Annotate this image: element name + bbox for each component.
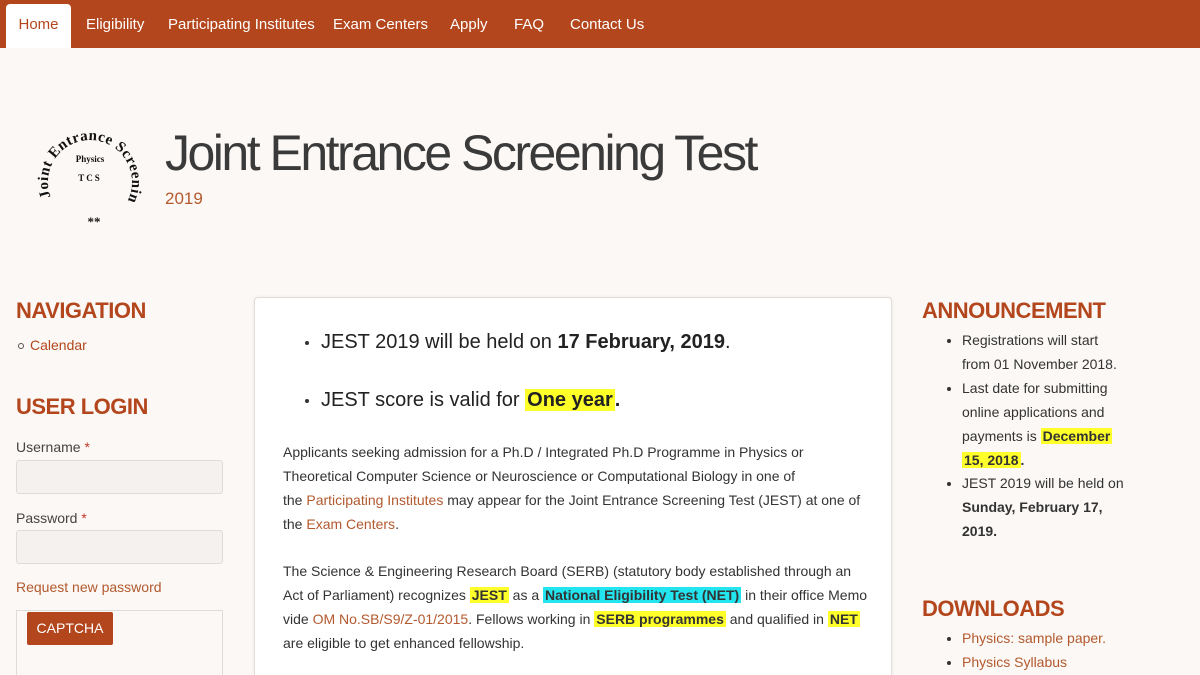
- site-title[interactable]: Joint Entrance Screening Test: [165, 124, 758, 182]
- deadline-highlight: December: [1040, 428, 1113, 444]
- username-label: Username *: [16, 439, 90, 455]
- validity-highlight: One year: [525, 389, 615, 411]
- intro-paragraph-line: Theoretical Computer Science or Neurosci…: [283, 468, 796, 484]
- exam-date-item: JEST 2019 will be held on 17 February, 2…: [305, 331, 731, 354]
- download-sample-paper-link[interactable]: Physics: sample paper.: [962, 630, 1106, 646]
- announcement-block-title: ANNOUNCEMENT: [922, 298, 1106, 323]
- logo-line-1: Physics: [76, 154, 105, 164]
- bullet-icon: [305, 398, 309, 403]
- intro-paragraph-line: the Exam Centers.: [283, 516, 399, 532]
- net-highlight: National Eligibility Test (NET): [543, 587, 742, 603]
- username-input[interactable]: [16, 460, 223, 494]
- navigation-block-title: NAVIGATION: [16, 298, 146, 323]
- tab-eligibility[interactable]: Eligibility: [86, 4, 144, 48]
- tab-home[interactable]: Home: [6, 4, 71, 48]
- tab-apply[interactable]: Apply: [450, 4, 488, 48]
- score-validity-item: JEST score is valid for One year.: [305, 389, 620, 412]
- exam-centers-link[interactable]: Exam Centers: [306, 516, 395, 532]
- announcement-item: 2019.: [962, 523, 998, 539]
- site-year: 2019: [165, 189, 203, 208]
- top-navigation-bar: Home Eligibility Participating Institute…: [0, 0, 1200, 48]
- announcement-item: Last date for submitting: [962, 380, 1108, 396]
- bullet-icon: [947, 637, 951, 641]
- request-new-password-link[interactable]: Request new password: [16, 579, 162, 595]
- sidebar-item-calendar[interactable]: Calendar: [18, 337, 87, 353]
- announcement-item: Sunday, February 17,: [962, 499, 1103, 515]
- serb-paragraph-line: The Science & Engineering Research Board…: [283, 563, 852, 579]
- bullet-icon: [305, 340, 309, 345]
- serb-paragraph-line: are eligible to get enhanced fellowship.: [283, 635, 525, 651]
- tab-exam-centers[interactable]: Exam Centers: [333, 4, 428, 48]
- bullet-icon: [947, 661, 951, 665]
- download-syllabus-link[interactable]: Physics Syllabus: [962, 654, 1067, 670]
- bullet-icon: [18, 343, 24, 350]
- password-label: Password *: [16, 510, 87, 526]
- user-login-block-title: USER LOGIN: [16, 394, 148, 419]
- announcement-item: online applications and: [962, 404, 1105, 420]
- exam-date: 17 February, 2019: [557, 331, 725, 353]
- tab-contact-us[interactable]: Contact Us: [570, 4, 644, 48]
- site-logo[interactable]: Joint Entrance Screening Test Physics TC…: [36, 108, 148, 228]
- captcha-legend-button[interactable]: CAPTCHA: [27, 612, 113, 645]
- bullet-icon: [947, 482, 951, 486]
- intro-paragraph-line: the Participating Institutes may appear …: [283, 492, 861, 508]
- serb-programmes-highlight: SERB programmes: [594, 611, 726, 627]
- announcement-item: 15, 2018.: [962, 452, 1025, 468]
- downloads-block-title: DOWNLOADS: [922, 596, 1065, 621]
- tab-faq[interactable]: FAQ: [514, 4, 544, 48]
- intro-paragraph-line: Applicants seeking admission for a Ph.D …: [283, 444, 804, 460]
- om-memo-link[interactable]: OM No.SB/S9/Z-01/2015: [313, 611, 469, 627]
- required-mark: *: [84, 439, 90, 455]
- calendar-link-label[interactable]: Calendar: [30, 337, 87, 353]
- password-input[interactable]: [16, 530, 223, 564]
- net-short-highlight: NET: [827, 611, 860, 627]
- jest-highlight: JEST: [469, 587, 509, 603]
- announcement-item: payments is December: [962, 428, 1113, 444]
- serb-paragraph-line: vide OM No.SB/S9/Z-01/2015. Fellows work…: [283, 611, 860, 627]
- announcement-item: Registrations will start: [962, 332, 1099, 348]
- participating-institutes-link[interactable]: Participating Institutes: [306, 492, 443, 508]
- announcement-item: from 01 November 2018.: [962, 356, 1117, 372]
- required-mark: *: [81, 510, 87, 526]
- logo-line-2: TCS: [78, 173, 102, 183]
- bullet-icon: [947, 339, 951, 343]
- tab-participating-institutes[interactable]: Participating Institutes: [168, 4, 315, 48]
- deadline-highlight: 15, 2018: [962, 452, 1021, 468]
- logo-mark: **: [88, 214, 101, 228]
- announcement-item: JEST 2019 will be held on: [962, 475, 1124, 491]
- bullet-icon: [947, 387, 951, 391]
- serb-paragraph-line: Act of Parliament) recognizes JEST as a …: [283, 587, 868, 603]
